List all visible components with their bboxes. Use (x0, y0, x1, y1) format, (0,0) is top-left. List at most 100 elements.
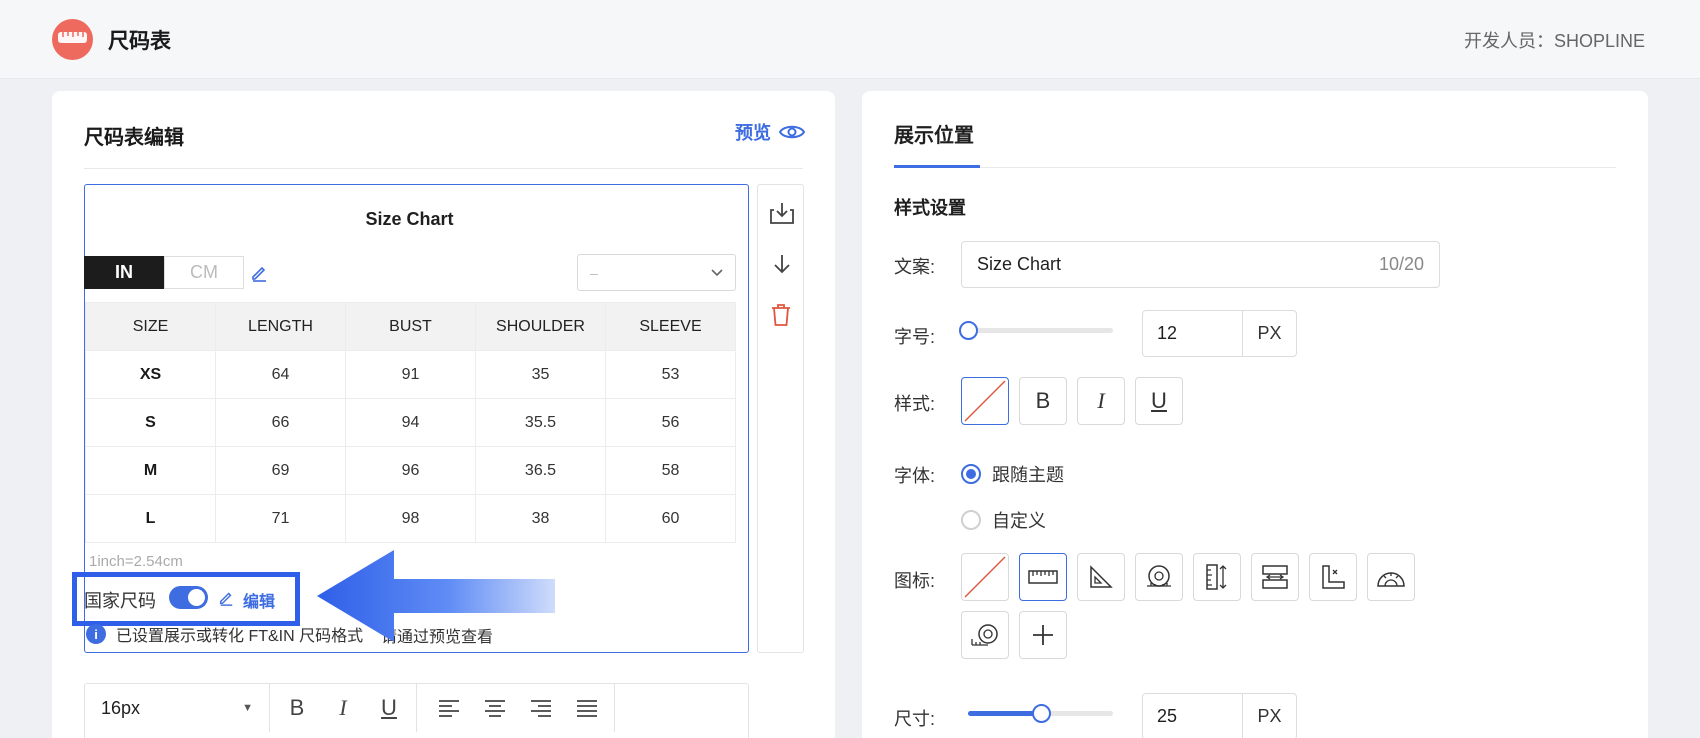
table-cell[interactable]: 94 (345, 398, 476, 447)
chart-title: Size Chart (365, 209, 454, 229)
font-label: 字体: (894, 466, 936, 486)
country-size-edit-link[interactable]: 编辑 (243, 588, 275, 612)
style-bold-button[interactable]: B (1019, 377, 1067, 425)
icon-ruler-button[interactable] (1019, 553, 1067, 601)
align-left-icon[interactable] (426, 684, 472, 732)
table-cell[interactable]: 71 (215, 494, 346, 543)
font-size-input[interactable]: 12 PX (1142, 310, 1297, 357)
editor-title: 尺码表编辑 (84, 127, 184, 149)
underline-button[interactable]: U (366, 684, 412, 732)
align-right-icon[interactable] (518, 684, 564, 732)
icon-tape-measure-button[interactable] (1135, 553, 1183, 601)
table-cell[interactable]: S (85, 398, 216, 447)
table-header-cell[interactable]: LENGTH (215, 302, 346, 351)
table-cell[interactable]: M (85, 446, 216, 495)
divider (894, 167, 1616, 168)
font-size-select[interactable]: 16px ▼ (85, 684, 270, 732)
font-option-theme[interactable]: 跟随主题 (961, 461, 1064, 487)
table-cell[interactable]: L (85, 494, 216, 543)
table-cell[interactable]: 69 (215, 446, 346, 495)
icon-none-button[interactable] (961, 553, 1009, 601)
icon-triangle-ruler-button[interactable] (1077, 553, 1125, 601)
tab-display-position[interactable]: 展示位置 (894, 119, 974, 148)
rich-text-toolbar: 16px ▼ B I U (84, 683, 749, 738)
table-cell[interactable]: 98 (345, 494, 476, 543)
table-cell[interactable]: 35.5 (475, 398, 606, 447)
table-cell[interactable]: 91 (345, 350, 476, 399)
table-cell[interactable]: XS (85, 350, 216, 399)
delete-icon[interactable] (770, 303, 792, 332)
font-size-value: 16px (101, 697, 141, 718)
icon-size-slider[interactable] (968, 704, 1113, 723)
table-cell[interactable]: 56 (605, 398, 736, 447)
none-icon (964, 380, 1006, 422)
unit-toggle: IN CM (84, 256, 244, 289)
bold-button[interactable]: B (274, 684, 320, 732)
table-cell[interactable]: 64 (215, 350, 346, 399)
table-header-cell[interactable]: SHOULDER (475, 302, 606, 351)
protractor-icon (1377, 572, 1405, 587)
icon-width-ruler-button[interactable] (1251, 553, 1299, 601)
char-count: 10/20 (1378, 254, 1424, 274)
none-icon (964, 556, 1006, 598)
table-header-cell[interactable]: SIZE (85, 302, 216, 351)
align-center-icon[interactable] (472, 684, 518, 732)
tape-measure-icon (58, 32, 87, 43)
font-size-slider[interactable] (959, 321, 1113, 340)
app-logo (52, 19, 93, 60)
divider (84, 168, 803, 169)
unit-in-button[interactable]: IN (84, 256, 164, 289)
icon-protractor-button[interactable] (1367, 553, 1415, 601)
icon-l-ruler-button[interactable] (1309, 553, 1357, 601)
table-cell[interactable]: 36.5 (475, 446, 606, 495)
slider-fill (968, 711, 1041, 716)
l-ruler-icon (1322, 565, 1345, 589)
edit-unit-icon[interactable] (250, 264, 268, 287)
icon-size-input-value: 25 (1143, 694, 1243, 738)
italic-button[interactable]: I (320, 684, 366, 732)
icon-size-input[interactable]: 25 PX (1142, 693, 1297, 738)
align-group (422, 684, 615, 732)
top-bar: 尺码表 开发人员：SHOPLINE (0, 0, 1700, 79)
import-icon[interactable] (769, 201, 795, 230)
table-cell[interactable]: 60 (605, 494, 736, 543)
style-underline-button[interactable]: U (1135, 377, 1183, 425)
chevron-down-icon (711, 268, 723, 276)
slider-thumb[interactable] (959, 321, 978, 340)
table-cell[interactable]: 35 (475, 350, 606, 399)
arrow-left-icon (317, 550, 555, 642)
slider-thumb[interactable] (1032, 704, 1051, 723)
table-cell[interactable]: 38 (475, 494, 606, 543)
table-cell[interactable]: 53 (605, 350, 736, 399)
radio-unchecked-icon (961, 510, 981, 530)
display-settings-panel: 展示位置 样式设置 文案: Size Chart 10/20 字号: 12 PX… (862, 91, 1648, 738)
table-header-cell[interactable]: SLEEVE (605, 302, 736, 351)
arrow-down-icon[interactable] (771, 253, 793, 280)
icon-tape-roll-button[interactable] (961, 611, 1009, 659)
font-option-custom[interactable]: 自定义 (961, 507, 1046, 533)
style-none-button[interactable] (961, 377, 1009, 425)
copy-label: 文案: (894, 257, 936, 277)
table-cell[interactable]: 58 (605, 446, 736, 495)
icon-height-ruler-button[interactable] (1193, 553, 1241, 601)
unit-select[interactable]: – (577, 254, 736, 291)
style-italic-button[interactable]: I (1077, 377, 1125, 425)
table-cell[interactable]: 96 (345, 446, 476, 495)
tape-measure-icon (1147, 565, 1171, 587)
add-icon-button[interactable] (1019, 611, 1067, 659)
table-cell[interactable]: 66 (215, 398, 346, 447)
unit-select-value: – (590, 264, 598, 281)
country-size-label: 国家尺码 (84, 591, 156, 611)
size-label: 尺寸: (894, 709, 936, 729)
plus-icon (1033, 625, 1053, 645)
font-size-input-value: 12 (1143, 311, 1243, 356)
table-header-cell[interactable]: BUST (345, 302, 476, 351)
table-row: L 71 98 38 60 (85, 494, 736, 543)
unit-cm-button[interactable]: CM (164, 256, 244, 289)
align-justify-icon[interactable] (564, 684, 610, 732)
preview-button[interactable]: 预览 (735, 119, 805, 145)
copy-input[interactable]: Size Chart 10/20 (961, 241, 1440, 288)
edit-icon[interactable] (218, 590, 234, 611)
size-chart-editor-panel: 尺码表编辑 预览 Size Chart IN CM – SIZE LENGTH … (52, 91, 835, 738)
country-size-toggle[interactable] (169, 586, 208, 609)
